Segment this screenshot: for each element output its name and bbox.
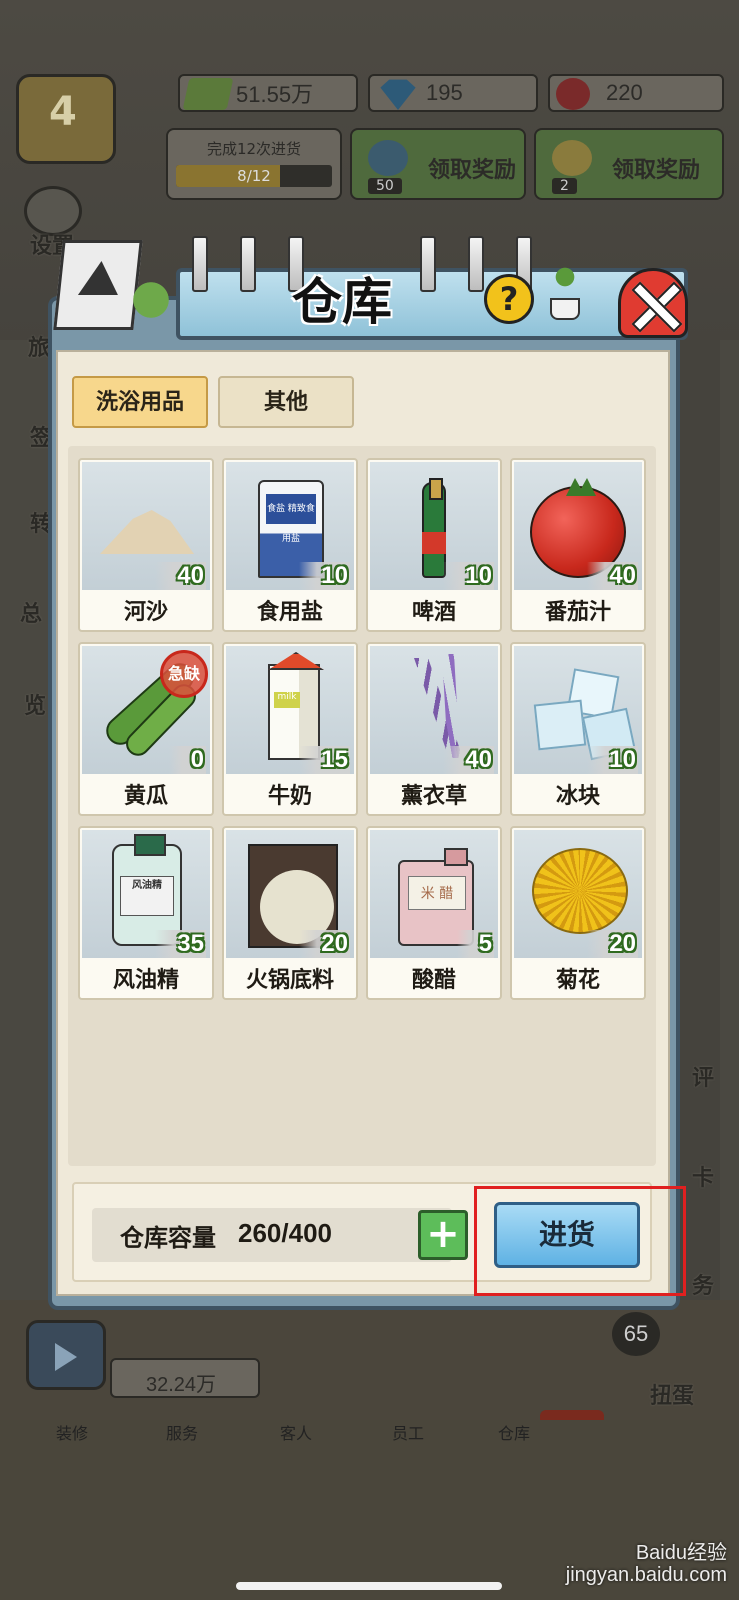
capacity-value: 260/400 bbox=[238, 1218, 332, 1248]
task-progress-bar: 8/12 bbox=[176, 165, 332, 187]
reward-count: 2 bbox=[552, 178, 577, 194]
item-card-milk[interactable]: milk 15 牛奶 bbox=[222, 642, 358, 816]
item-card-chrysanthemum[interactable]: 20 菊花 bbox=[510, 826, 646, 1000]
rose-counter: 220 bbox=[548, 74, 724, 112]
plant-icon bbox=[126, 280, 176, 330]
task-progress-text: 8/12 bbox=[237, 167, 271, 185]
faucet-icon bbox=[240, 236, 256, 292]
item-card-hotpot-base[interactable]: 20 火锅底料 bbox=[222, 826, 358, 1000]
item-name: 番茄汁 bbox=[544, 600, 611, 625]
beer-label bbox=[422, 532, 446, 554]
close-button[interactable] bbox=[618, 268, 688, 338]
gem-value: 195 bbox=[426, 80, 463, 105]
gem-icon bbox=[368, 140, 408, 176]
money-counter: 51.55万 bbox=[178, 74, 358, 112]
item-card-essential-oil[interactable]: 风油精 35 风油精 bbox=[78, 826, 214, 1000]
side-label-1[interactable]: 旅 bbox=[28, 330, 50, 362]
flower-icon bbox=[552, 140, 592, 176]
ice-cube-icon bbox=[533, 699, 587, 751]
side-label-8[interactable]: 务 bbox=[692, 1268, 714, 1300]
egg-count-badge: 65 bbox=[612, 1312, 660, 1356]
item-card-lavender[interactable]: 40 薰衣草 bbox=[366, 642, 502, 816]
annotation-highlight-box bbox=[474, 1186, 686, 1296]
reward-label: 领取奖励 bbox=[428, 158, 517, 183]
item-quantity: 5 bbox=[456, 930, 494, 958]
rose-icon bbox=[556, 78, 590, 110]
item-quantity: 40 bbox=[587, 562, 638, 590]
item-name: 食用盐 bbox=[256, 600, 323, 625]
item-name: 菊花 bbox=[555, 968, 600, 993]
side-label-7[interactable]: 卡 bbox=[692, 1160, 714, 1192]
potted-flower-icon bbox=[544, 256, 586, 320]
capacity-label: 仓库容量 bbox=[120, 1224, 216, 1252]
item-card-tomato-juice[interactable]: 40 番茄汁 bbox=[510, 458, 646, 632]
money-icon bbox=[182, 78, 234, 110]
item-quantity: 15 bbox=[299, 746, 350, 774]
item-name: 冰块 bbox=[555, 784, 600, 809]
home-indicator[interactable] bbox=[236, 1582, 502, 1590]
item-card-cucumber[interactable]: 急缺 0 黄瓜 bbox=[78, 642, 214, 816]
reward-count: 50 bbox=[368, 178, 402, 194]
side-label-5[interactable]: 览 bbox=[24, 688, 46, 720]
task-text: 完成12次进货 bbox=[206, 140, 302, 158]
item-name: 啤酒 bbox=[411, 600, 456, 625]
pot-icon bbox=[550, 298, 580, 320]
item-card-salt[interactable]: 食盐 精致食用盐 10 食用盐 bbox=[222, 458, 358, 632]
vinegar-label: 米 醋 bbox=[408, 876, 466, 910]
task-progress: 完成12次进货 8/12 bbox=[166, 128, 342, 200]
item-card-sand[interactable]: 40 河沙 bbox=[78, 458, 214, 632]
item-quantity: 35 bbox=[155, 930, 206, 958]
item-name: 黄瓜 bbox=[123, 784, 168, 809]
chrysanthemum-icon bbox=[532, 848, 628, 934]
item-card-beer[interactable]: 10 啤酒 bbox=[366, 458, 502, 632]
shortage-stamp: 急缺 bbox=[160, 650, 208, 698]
item-quantity: 40 bbox=[155, 562, 206, 590]
side-label-6[interactable]: 评 bbox=[692, 1060, 714, 1092]
faucet-icon bbox=[468, 236, 484, 292]
item-name: 薰衣草 bbox=[400, 784, 467, 809]
play-icon bbox=[55, 1343, 77, 1371]
item-card-ice[interactable]: 10 冰块 bbox=[510, 642, 646, 816]
lavender-icon bbox=[414, 658, 463, 758]
item-quantity: 40 bbox=[443, 746, 494, 774]
sand-icon bbox=[100, 510, 194, 554]
item-name: 火锅底料 bbox=[245, 968, 334, 993]
tab-other[interactable]: 其他 bbox=[218, 376, 354, 428]
modal-title: 仓库 bbox=[292, 273, 392, 331]
claim-reward-button-flower[interactable]: 2 领取奖励 bbox=[534, 128, 724, 200]
oil-bottle-label: 风油精 bbox=[120, 876, 174, 916]
salt-package-label: 食盐 精致食用盐 bbox=[266, 494, 316, 544]
expand-capacity-button[interactable]: + bbox=[418, 1210, 468, 1260]
gem-counter: 195 bbox=[368, 74, 538, 112]
level-number: 4 bbox=[49, 89, 77, 135]
item-card-vinegar[interactable]: 米 醋 5 酸醋 bbox=[366, 826, 502, 1000]
item-quantity: 10 bbox=[299, 562, 350, 590]
income-display: 32.24万 bbox=[110, 1358, 260, 1398]
side-label-4[interactable]: 总 bbox=[20, 596, 42, 628]
tab-bath-supplies[interactable]: 洗浴用品 bbox=[72, 376, 208, 428]
nav-warehouse[interactable]: 仓库 bbox=[498, 1420, 739, 1444]
item-quantity: 20 bbox=[299, 930, 350, 958]
gacha-label[interactable]: 扭蛋 bbox=[650, 1378, 694, 1410]
item-name: 酸醋 bbox=[411, 968, 456, 993]
item-quantity: 10 bbox=[443, 562, 494, 590]
watermark: Baidu经验 jingyan.baidu.com bbox=[565, 1542, 727, 1586]
warning-triangle-icon bbox=[77, 261, 122, 295]
claim-reward-button-gem[interactable]: 50 领取奖励 bbox=[350, 128, 526, 200]
video-button[interactable] bbox=[26, 1320, 106, 1390]
level-badge[interactable]: 4 bbox=[16, 74, 116, 164]
reward-label: 领取奖励 bbox=[612, 158, 701, 183]
item-name: 风油精 bbox=[112, 968, 179, 993]
help-button[interactable]: ? bbox=[484, 274, 534, 324]
item-quantity: 20 bbox=[587, 930, 638, 958]
item-name: 河沙 bbox=[123, 600, 168, 625]
leaf-icon bbox=[548, 262, 582, 292]
faucet-icon bbox=[192, 236, 208, 292]
item-quantity: 10 bbox=[587, 746, 638, 774]
faucet-icon bbox=[420, 236, 436, 292]
item-name: 牛奶 bbox=[267, 784, 312, 809]
item-quantity: 0 bbox=[168, 746, 206, 774]
milk-carton-label: milk bbox=[274, 692, 300, 708]
capacity-display: 仓库容量 260/400 bbox=[92, 1208, 452, 1262]
